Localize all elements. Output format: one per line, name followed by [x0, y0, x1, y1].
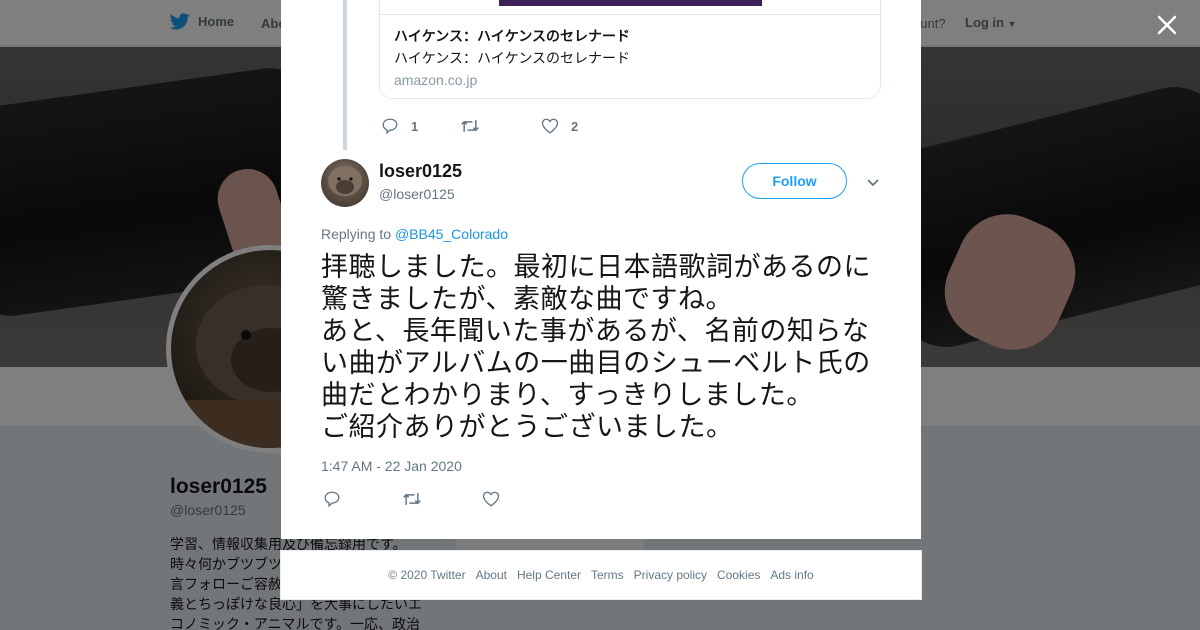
card-image — [499, 0, 762, 6]
tweet-text-line: 驚きましたが、素敵な曲ですね。 — [321, 284, 733, 315]
footer-link-cookies[interactable]: Cookies — [717, 568, 760, 582]
footer-link-privacy[interactable]: Privacy policy — [634, 568, 707, 582]
like-button[interactable]: 2 — [541, 117, 578, 135]
footer-link-ads-info[interactable]: Ads info — [770, 568, 813, 582]
footer-link-terms[interactable]: Terms — [591, 568, 624, 582]
retweet-icon — [403, 493, 421, 505]
footer-link-help-center[interactable]: Help Center — [517, 568, 581, 582]
wombat-avatar-image — [328, 166, 362, 196]
chevron-down-icon — [867, 179, 879, 187]
retweet-button[interactable] — [460, 117, 541, 135]
modal-footer: © 2020 Twitter About Help Center Terms P… — [280, 550, 922, 600]
retweet-icon — [461, 120, 479, 132]
tweet-avatar[interactable] — [321, 159, 369, 207]
card-title: ハイケンス：ハイケンスのセレナード — [394, 28, 631, 44]
tweet-author-handle[interactable]: @loser0125 — [379, 186, 455, 202]
follow-button[interactable]: Follow — [742, 163, 847, 199]
replying-to: Replying to @BB45_Colorado — [321, 226, 508, 242]
footer-copyright: © 2020 Twitter — [388, 568, 466, 582]
tweet-text-line: い曲がアルバムの一曲目のシューベルト氏の — [321, 348, 871, 379]
tweet-actions — [323, 490, 500, 508]
close-button[interactable] — [1152, 10, 1182, 40]
reply-icon — [324, 491, 340, 508]
thread-line — [343, 0, 347, 150]
tweet-text-line: ご紹介ありがとうございました。 — [321, 412, 734, 443]
reply-button[interactable]: 1 — [381, 117, 460, 135]
tweet-text-line: 曲だとわかりまり、すっきりしました。 — [321, 380, 814, 411]
tweet-text: 拝聴しました。最初に日本語歌詞があるのに 驚きましたが、素敵な曲ですね。 あと、… — [321, 252, 891, 444]
tweet-text-line: 拝聴しました。最初に日本語歌詞があるのに — [321, 252, 871, 283]
like-count: 2 — [571, 118, 579, 134]
close-icon — [1157, 15, 1177, 35]
tweet-modal: ハイケンス：ハイケンスのセレナード ハイケンス：ハイケンスのセレナード amaz… — [281, 0, 921, 539]
parent-tweet-actions: 1 2 — [381, 117, 578, 135]
retweet-button[interactable] — [402, 490, 482, 508]
reply-count: 1 — [411, 118, 419, 134]
tweet-timestamp[interactable]: 1:47 AM - 22 Jan 2020 — [321, 458, 462, 474]
card-divider — [380, 14, 880, 15]
mention-link[interactable]: @BB45_Colorado — [395, 226, 508, 242]
heart-icon — [541, 118, 559, 134]
heart-icon — [482, 491, 500, 507]
card-domain: amazon.co.jp — [394, 72, 478, 88]
link-card[interactable]: ハイケンス：ハイケンスのセレナード ハイケンス：ハイケンスのセレナード amaz… — [379, 0, 881, 99]
tweet-text-line: あと、長年聞いた事があるが、名前の知らな — [321, 316, 870, 347]
footer-link-about[interactable]: About — [476, 568, 507, 582]
tweet-author-name[interactable]: loser0125 — [379, 161, 462, 182]
like-button[interactable] — [482, 490, 500, 508]
replying-prefix: Replying to — [321, 226, 395, 242]
reply-button[interactable] — [323, 490, 402, 508]
more-options-button[interactable] — [865, 174, 881, 190]
reply-icon — [382, 118, 398, 135]
card-description: ハイケンス：ハイケンスのセレナード — [394, 50, 631, 66]
